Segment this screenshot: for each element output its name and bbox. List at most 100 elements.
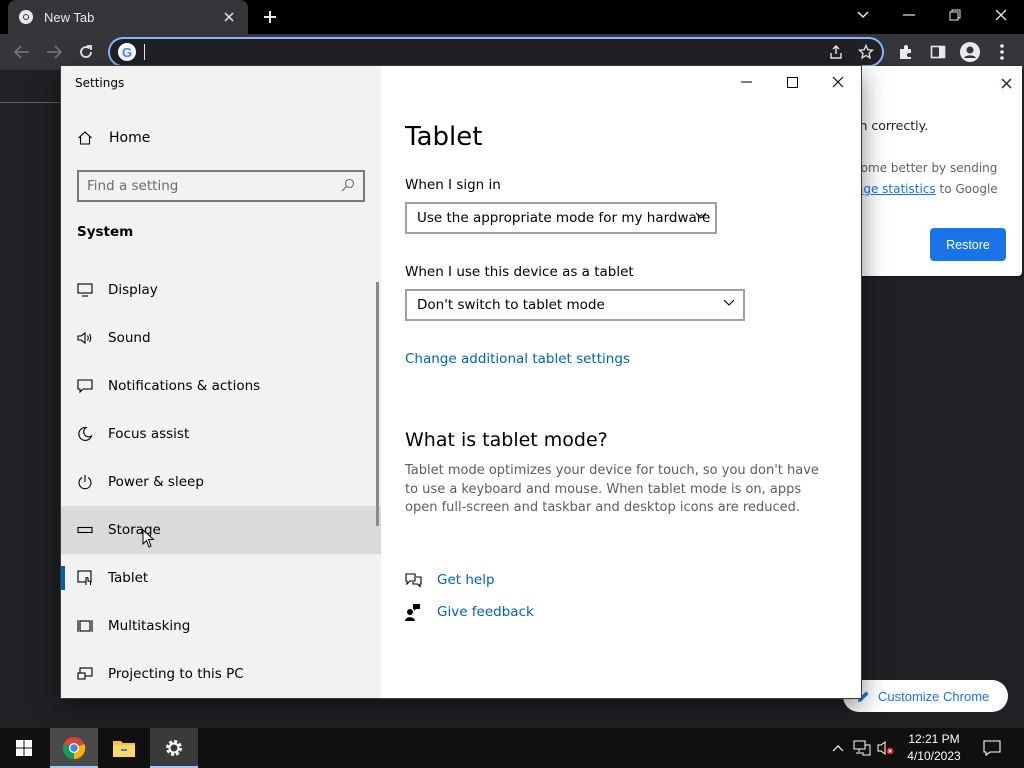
section-heading: What is tablet mode? xyxy=(405,429,608,451)
taskbar-file-explorer[interactable] xyxy=(100,728,148,768)
notification-icon xyxy=(77,379,95,393)
nav-item-label: Power & sleep xyxy=(108,474,204,490)
get-help-link[interactable]: Get help xyxy=(405,572,495,588)
usage-statistics-link[interactable]: age statistics xyxy=(856,182,936,196)
system-clock[interactable]: 12:21 PM 4/10/2023 xyxy=(900,731,968,765)
give-feedback-link[interactable]: Give feedback xyxy=(405,603,534,621)
maximize-icon xyxy=(786,76,798,88)
customize-chrome-button[interactable]: Customize Chrome xyxy=(843,680,1008,712)
settings-maximize-button[interactable] xyxy=(769,66,815,98)
window-title: Settings xyxy=(75,76,125,90)
page-divider xyxy=(0,102,62,103)
search-icon xyxy=(341,177,355,196)
close-icon[interactable] xyxy=(220,8,238,26)
nav-item-sound[interactable]: Sound xyxy=(61,314,381,362)
power-icon xyxy=(77,474,95,490)
speaker-icon xyxy=(77,331,95,345)
tablet-mode-description: Tablet mode optimizes your device for to… xyxy=(405,463,819,515)
browser-tab[interactable]: New Tab xyxy=(8,0,248,34)
browser-restore-button[interactable] xyxy=(932,0,978,30)
nav-item-projecting[interactable]: Projecting to this PC xyxy=(61,650,381,698)
moon-icon xyxy=(77,426,95,442)
tablet-use-dropdown[interactable]: Don't switch to tablet mode xyxy=(405,289,745,321)
volume-muted-icon[interactable] xyxy=(876,738,896,758)
nav-item-label: Display xyxy=(108,282,158,298)
chevron-down-icon xyxy=(723,299,735,307)
start-button[interactable] xyxy=(0,728,48,768)
nav-item-focus-assist[interactable]: Focus assist xyxy=(61,410,381,458)
sign-in-label: When I sign in xyxy=(405,177,501,193)
profile-icon[interactable] xyxy=(958,40,982,64)
minimize-icon xyxy=(903,14,915,16)
nav-section-title: System xyxy=(77,224,134,240)
home-icon xyxy=(77,130,95,146)
settings-gear-icon xyxy=(166,740,182,756)
restore-icon xyxy=(949,9,961,21)
give-feedback-label: Give feedback xyxy=(437,604,534,620)
settings-window: Settings Home System Display Sound xyxy=(61,66,861,698)
tab-search-button[interactable] xyxy=(840,0,886,30)
sign-in-mode-dropdown[interactable]: Use the appropriate mode for my hardware xyxy=(405,202,717,234)
help-chat-icon xyxy=(405,572,423,588)
minimize-icon xyxy=(740,81,752,83)
browser-close-button[interactable] xyxy=(978,0,1024,30)
nav-item-notifications[interactable]: Notifications & actions xyxy=(61,362,381,410)
action-center-icon[interactable] xyxy=(982,738,1002,758)
chevron-down-icon xyxy=(695,212,707,220)
share-icon[interactable] xyxy=(828,44,844,65)
chevron-down-icon xyxy=(857,11,869,19)
restore-button[interactable]: Restore xyxy=(930,228,1006,261)
network-icon[interactable] xyxy=(852,738,872,758)
card-text-line: age statistics to Google xyxy=(856,182,998,196)
chrome-icon xyxy=(62,737,86,760)
selection-indicator xyxy=(61,566,65,590)
browser-toolbar: G xyxy=(0,34,1024,70)
card-text-line: in correctly. xyxy=(856,118,929,133)
file-explorer-icon xyxy=(113,741,135,757)
kebab-menu-icon[interactable] xyxy=(990,40,1014,64)
restore-sync-card: in correctly. rome better by sending age… xyxy=(846,66,1022,276)
star-icon[interactable] xyxy=(857,43,875,65)
browser-minimize-button[interactable] xyxy=(886,0,932,30)
settings-close-button[interactable] xyxy=(815,66,861,98)
taskbar-settings[interactable] xyxy=(150,728,198,768)
reload-button[interactable] xyxy=(72,38,100,66)
windows-start-icon xyxy=(16,740,32,756)
nav-scrollbar[interactable] xyxy=(376,282,379,526)
search-input[interactable] xyxy=(87,178,341,194)
settings-minimize-button[interactable] xyxy=(723,66,769,98)
nav-item-tablet[interactable]: Tablet xyxy=(61,554,381,602)
close-icon xyxy=(832,76,844,88)
page-title: Tablet xyxy=(405,122,483,152)
new-tab-button[interactable] xyxy=(258,6,282,28)
clock-date: 4/10/2023 xyxy=(907,749,961,763)
plus-icon xyxy=(264,11,276,23)
nav-home[interactable]: Home xyxy=(61,118,381,158)
settings-nav-pane: Settings Home System Display Sound xyxy=(61,66,381,698)
tab-title: New Tab xyxy=(44,9,95,25)
back-button[interactable] xyxy=(8,38,36,66)
taskbar-chrome[interactable] xyxy=(50,728,98,768)
nav-item-label: Notifications & actions xyxy=(108,378,261,394)
close-icon[interactable] xyxy=(998,75,1014,91)
forward-button[interactable] xyxy=(40,38,68,66)
extensions-icon[interactable] xyxy=(894,40,918,64)
additional-tablet-settings-link[interactable]: Change additional tablet settings xyxy=(405,351,630,367)
nav-item-display[interactable]: Display xyxy=(61,266,381,314)
nav-item-label: Tablet xyxy=(108,570,149,586)
settings-content-pane: Tablet When I sign in Use the appropriat… xyxy=(381,66,861,698)
close-icon xyxy=(995,9,1007,21)
mouse-cursor-icon xyxy=(142,529,155,548)
nav-home-label: Home xyxy=(109,130,151,146)
side-panel-icon[interactable] xyxy=(926,40,950,64)
nav-item-multitasking[interactable]: Multitasking xyxy=(61,602,381,650)
dropdown-value: Use the appropriate mode for my hardware xyxy=(417,210,711,226)
nav-item-power-sleep[interactable]: Power & sleep xyxy=(61,458,381,506)
tablet-icon xyxy=(77,570,95,586)
tray-overflow-chevron-icon[interactable] xyxy=(828,738,848,758)
address-bar[interactable]: G xyxy=(108,37,884,67)
nav-item-storage[interactable]: Storage xyxy=(61,506,381,554)
nav-item-label: Multitasking xyxy=(108,618,191,634)
find-setting-search[interactable] xyxy=(77,170,365,202)
tablet-use-label: When I use this device as a tablet xyxy=(405,264,634,280)
